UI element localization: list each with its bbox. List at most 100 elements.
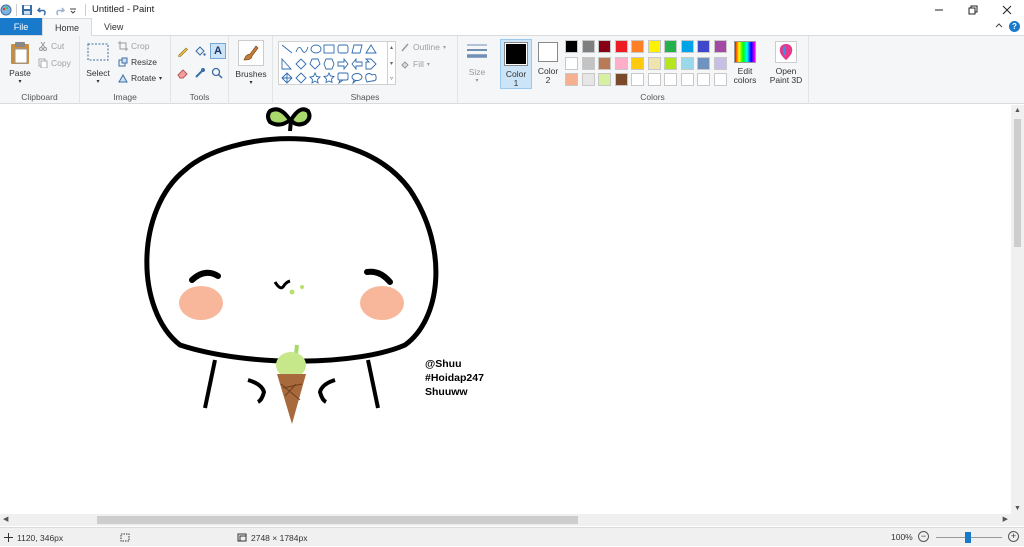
- fill-bucket-icon[interactable]: [194, 45, 206, 59]
- copy-icon: [38, 58, 48, 68]
- tab-view[interactable]: View: [92, 18, 135, 35]
- palette-swatch[interactable]: [581, 73, 595, 86]
- fill-button[interactable]: Fill ▾: [400, 59, 430, 69]
- shapes-gallery[interactable]: [278, 41, 388, 85]
- outline-icon: [401, 43, 409, 52]
- palette-swatch[interactable]: [614, 73, 628, 86]
- scroll-down-icon[interactable]: ▼: [1014, 505, 1021, 512]
- palette-swatch[interactable]: [664, 73, 677, 86]
- rotate-label: Rotate: [131, 73, 157, 83]
- scroll-up-icon[interactable]: ▲: [1014, 107, 1021, 114]
- palette-swatch[interactable]: [680, 56, 694, 70]
- copy-button[interactable]: Copy: [38, 58, 71, 68]
- palette-swatch[interactable]: [664, 40, 677, 53]
- palette-swatch[interactable]: [565, 56, 578, 70]
- vertical-scroll-thumb[interactable]: [1014, 119, 1021, 247]
- palette-swatch[interactable]: [631, 40, 644, 53]
- text-tool-icon[interactable]: A: [210, 43, 226, 59]
- chevron-down-icon[interactable]: ▾: [390, 60, 393, 67]
- scroll-left-icon[interactable]: ◀: [3, 515, 8, 523]
- select-button[interactable]: Select ▾: [84, 42, 112, 87]
- rotate-button[interactable]: Rotate ▾: [118, 73, 162, 83]
- shapes-gallery-scroll[interactable]: ▴ ▾ ▿: [388, 41, 396, 85]
- palette-swatch[interactable]: [614, 40, 628, 53]
- palette-swatch[interactable]: [713, 40, 727, 53]
- open-paint3d-button[interactable]: Open Paint 3D: [765, 41, 807, 85]
- palette-swatch[interactable]: [647, 40, 661, 53]
- palette-swatch[interactable]: [631, 73, 644, 86]
- tab-file[interactable]: File: [0, 18, 42, 35]
- palette-swatch[interactable]: [697, 56, 710, 70]
- clipboard-group: Paste ▾ Cut Copy Clipboard: [0, 36, 80, 104]
- redo-icon[interactable]: [53, 4, 66, 16]
- vertical-scrollbar[interactable]: ▲ ▼: [1011, 105, 1024, 514]
- left-blush: [179, 286, 223, 320]
- image-size-value: 2748 × 1784px: [251, 532, 308, 543]
- cut-label: Cut: [51, 41, 65, 51]
- horizontal-scrollbar[interactable]: ◀ ▶: [0, 514, 1011, 526]
- zoom-in-icon[interactable]: +: [1008, 531, 1019, 542]
- resize-icon: [118, 57, 128, 67]
- quick-access-toolbar: [0, 0, 81, 19]
- pencil-icon[interactable]: [177, 45, 189, 59]
- customize-qat-icon[interactable]: [69, 4, 81, 16]
- help-icon[interactable]: ?: [1009, 21, 1020, 32]
- tab-home[interactable]: Home: [42, 18, 93, 36]
- minimize-button[interactable]: [922, 0, 956, 19]
- undo-icon[interactable]: [36, 4, 49, 16]
- outline-button[interactable]: Outline ▾: [400, 42, 446, 52]
- palette-swatch[interactable]: [598, 73, 611, 86]
- outline-label: Outline: [413, 42, 440, 52]
- brushes-group: Brushes ▾: [229, 36, 273, 104]
- cut-button[interactable]: Cut: [38, 41, 64, 51]
- close-button[interactable]: [990, 0, 1024, 19]
- palette-swatch[interactable]: [631, 56, 644, 70]
- palette-swatch[interactable]: [697, 40, 710, 53]
- palette-swatch[interactable]: [713, 56, 727, 70]
- palette-swatch[interactable]: [713, 73, 727, 86]
- drawing-canvas[interactable]: @Shuu #Hoidap247 Shuuww: [0, 105, 1011, 514]
- right-blush: [360, 286, 404, 320]
- palette-swatch[interactable]: [647, 73, 661, 86]
- eraser-icon[interactable]: [177, 67, 189, 81]
- ribbon-tab-bar: File Home View ?: [0, 18, 1024, 36]
- size-button[interactable]: Size ▾: [462, 41, 492, 86]
- palette-swatch[interactable]: [581, 40, 595, 53]
- paint-app-icon[interactable]: [0, 4, 12, 16]
- palette-swatch[interactable]: [647, 56, 661, 70]
- scroll-right-icon[interactable]: ▶: [1003, 515, 1008, 523]
- color1-button[interactable]: Color 1: [500, 39, 532, 89]
- qat-divider: [16, 3, 17, 16]
- more-shapes-icon[interactable]: ▿: [390, 75, 393, 82]
- palette-swatch[interactable]: [565, 40, 578, 53]
- palette-swatch[interactable]: [565, 73, 578, 86]
- selection-size: [120, 528, 130, 547]
- restore-button[interactable]: [956, 0, 990, 19]
- zoom-out-icon[interactable]: −: [918, 531, 929, 542]
- status-bar: 1120, 346px 2748 × 1784px 100% − +: [0, 527, 1024, 546]
- magnifier-icon[interactable]: [211, 67, 223, 81]
- sprout-leaf-right: [288, 107, 312, 127]
- palette-swatch[interactable]: [680, 40, 694, 53]
- palette-swatch[interactable]: [581, 56, 595, 70]
- zoom-slider-thumb[interactable]: [965, 532, 971, 543]
- color-spectrum-icon: [734, 41, 756, 63]
- palette-swatch[interactable]: [598, 56, 611, 70]
- brushes-button[interactable]: Brushes ▾: [234, 40, 268, 88]
- window-title: Untitled - Paint: [92, 4, 155, 15]
- edit-colors-button[interactable]: Edit colors: [730, 41, 760, 85]
- save-icon[interactable]: [21, 4, 33, 16]
- crop-button[interactable]: Crop: [118, 41, 149, 51]
- palette-swatch[interactable]: [664, 56, 677, 70]
- chevron-up-icon[interactable]: ▴: [390, 44, 393, 51]
- color-picker-icon[interactable]: [194, 67, 206, 81]
- resize-button[interactable]: Resize: [118, 57, 157, 67]
- color2-button[interactable]: Color 2: [535, 42, 561, 85]
- paste-button[interactable]: Paste ▾: [6, 40, 34, 87]
- collapse-ribbon-icon[interactable]: [995, 22, 1003, 32]
- palette-swatch[interactable]: [680, 73, 694, 86]
- horizontal-scroll-thumb[interactable]: [97, 516, 578, 524]
- palette-swatch[interactable]: [598, 40, 611, 53]
- palette-swatch[interactable]: [697, 73, 710, 86]
- palette-swatch[interactable]: [614, 56, 628, 70]
